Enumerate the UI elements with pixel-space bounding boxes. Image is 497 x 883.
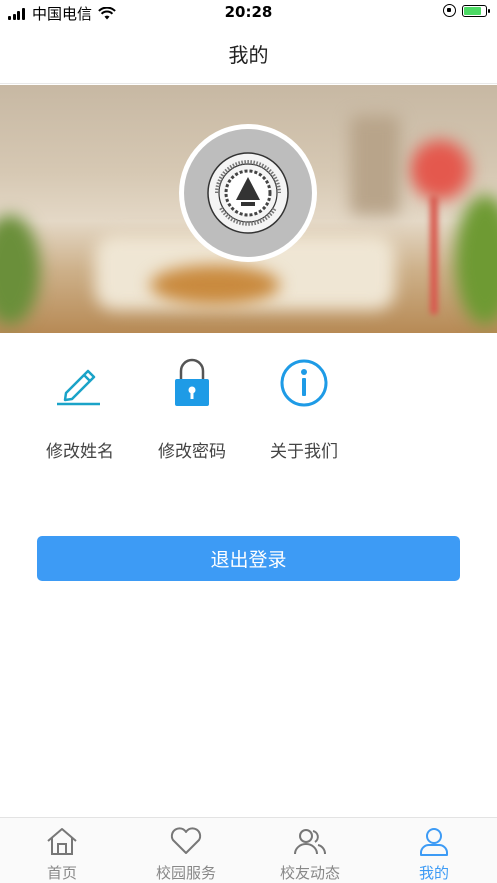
profile-menu: 修改姓名 修改密码 关于我们 [0, 355, 497, 465]
menu-label-about-us: 关于我们 [270, 442, 338, 462]
battery-icon [462, 4, 490, 17]
page-title: 我的 [228, 43, 269, 67]
users-icon [294, 829, 327, 855]
status-right [443, 4, 490, 17]
heart-icon [170, 827, 202, 854]
pencil-icon [57, 369, 100, 406]
tab-label-home: 首页 [46, 864, 77, 882]
status-bar: 中国电信 20:28 [0, 0, 497, 24]
orientation-lock-icon [443, 4, 456, 17]
tab-alumni-news[interactable]: 校友动态 [248, 826, 372, 883]
tab-campus-services[interactable]: 校园服务 [124, 826, 248, 883]
home-icon [47, 828, 77, 855]
avatar[interactable] [179, 124, 317, 262]
status-time: 20:28 [224, 3, 273, 21]
padlock-icon [175, 358, 209, 406]
tab-home[interactable]: 首页 [0, 826, 124, 883]
user-icon [420, 828, 448, 856]
menu-item-edit-name[interactable]: 修改姓名 [30, 355, 130, 462]
menu-item-about-us[interactable]: 关于我们 [254, 355, 354, 462]
tab-label-mine: 我的 [418, 864, 449, 882]
menu-item-change-password[interactable]: 修改密码 [142, 355, 242, 462]
menu-label-edit-name: 修改姓名 [46, 442, 114, 462]
tab-bar: 首页 校园服务 校友动态 我的 [0, 817, 497, 883]
school-seal-icon [207, 152, 289, 234]
tab-label-alumni-news: 校友动态 [279, 864, 340, 882]
info-icon [280, 359, 328, 407]
tab-mine[interactable]: 我的 [372, 826, 496, 883]
battery-level [464, 6, 481, 15]
menu-label-change-password: 修改密码 [158, 442, 226, 462]
tab-label-campus-services: 校园服务 [155, 864, 216, 882]
school-logo [184, 129, 312, 257]
logout-button[interactable]: 退出登录 [37, 536, 460, 581]
nav-bar: 我的 [0, 24, 497, 84]
